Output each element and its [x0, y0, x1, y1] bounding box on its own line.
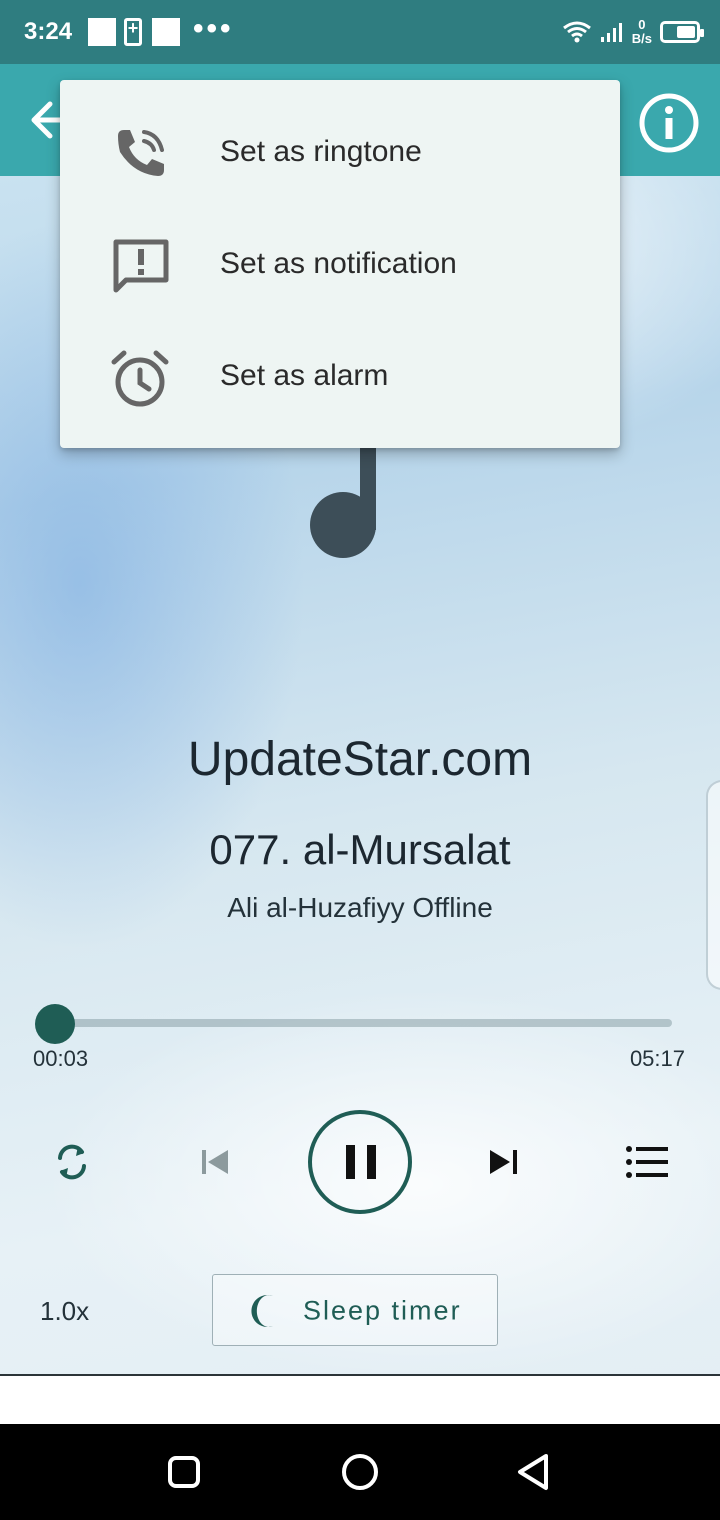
notification-square-icon — [152, 18, 180, 46]
status-right: 0 B/s — [562, 14, 704, 50]
pause-icon — [346, 1145, 376, 1179]
menu-item-label: Set as notification — [220, 247, 457, 280]
recents-square-icon[interactable] — [160, 1448, 208, 1496]
alarm-clock-icon — [111, 350, 169, 407]
side-panel-handle[interactable] — [706, 780, 720, 990]
repeat-icon[interactable] — [50, 1140, 94, 1184]
menu-item-label: Set as ringtone — [220, 135, 422, 168]
net-speed: 0 B/s — [632, 18, 652, 46]
status-time: 3:24 — [24, 18, 73, 45]
battery-icon — [660, 21, 704, 43]
home-circle-icon[interactable] — [336, 1448, 384, 1496]
moon-icon — [251, 1295, 273, 1327]
skip-previous-icon[interactable] — [196, 1142, 236, 1182]
status-bar: 3:24 ••• 0 B/s — [0, 0, 720, 64]
music-note-icon — [310, 440, 376, 558]
signal-icon — [600, 23, 622, 42]
notification-alert-icon — [113, 239, 169, 293]
back-triangle-icon[interactable] — [510, 1448, 558, 1496]
net-speed-unit: B/s — [631, 31, 652, 46]
progress-thumb[interactable] — [35, 1004, 75, 1044]
track-subtitle: Ali al-Huzafiyy Offline — [227, 892, 493, 923]
net-speed-value: 0 — [638, 17, 646, 32]
site-title: UpdateStar.com — [187, 733, 533, 786]
playlist-icon[interactable] — [624, 1140, 670, 1184]
wifi-icon — [562, 21, 591, 43]
sleep-timer-label: Sleep timer — [303, 1295, 462, 1326]
playback-speed[interactable]: 1.0x — [40, 1296, 89, 1327]
menu-item-set-ringtone[interactable]: Set as ringtone — [60, 96, 620, 208]
play-pause-button[interactable] — [308, 1110, 412, 1214]
menu-item-label: Set as alarm — [220, 359, 389, 392]
navigation-bar — [0, 1424, 720, 1520]
menu-item-set-notification[interactable]: Set as notification — [60, 208, 620, 320]
info-icon[interactable] — [638, 92, 700, 154]
more-dots-icon: ••• — [193, 12, 234, 45]
bottom-area — [0, 1376, 720, 1424]
notification-square-icon — [88, 18, 116, 46]
track-title: 077. al-Mursalat — [209, 826, 511, 873]
popup-menu: Set as ringtone Set as notification Set … — [60, 80, 620, 448]
sleep-timer-button[interactable]: Sleep timer — [212, 1274, 498, 1346]
menu-item-set-alarm[interactable]: Set as alarm — [60, 320, 620, 432]
phone-ringing-icon — [118, 130, 164, 176]
progress-bar[interactable] — [54, 1019, 672, 1027]
skip-next-icon[interactable] — [484, 1142, 524, 1182]
total-time: 05:17 — [629, 1046, 685, 1071]
current-time: 00:03 — [33, 1046, 89, 1071]
battery-saver-icon — [124, 18, 142, 46]
